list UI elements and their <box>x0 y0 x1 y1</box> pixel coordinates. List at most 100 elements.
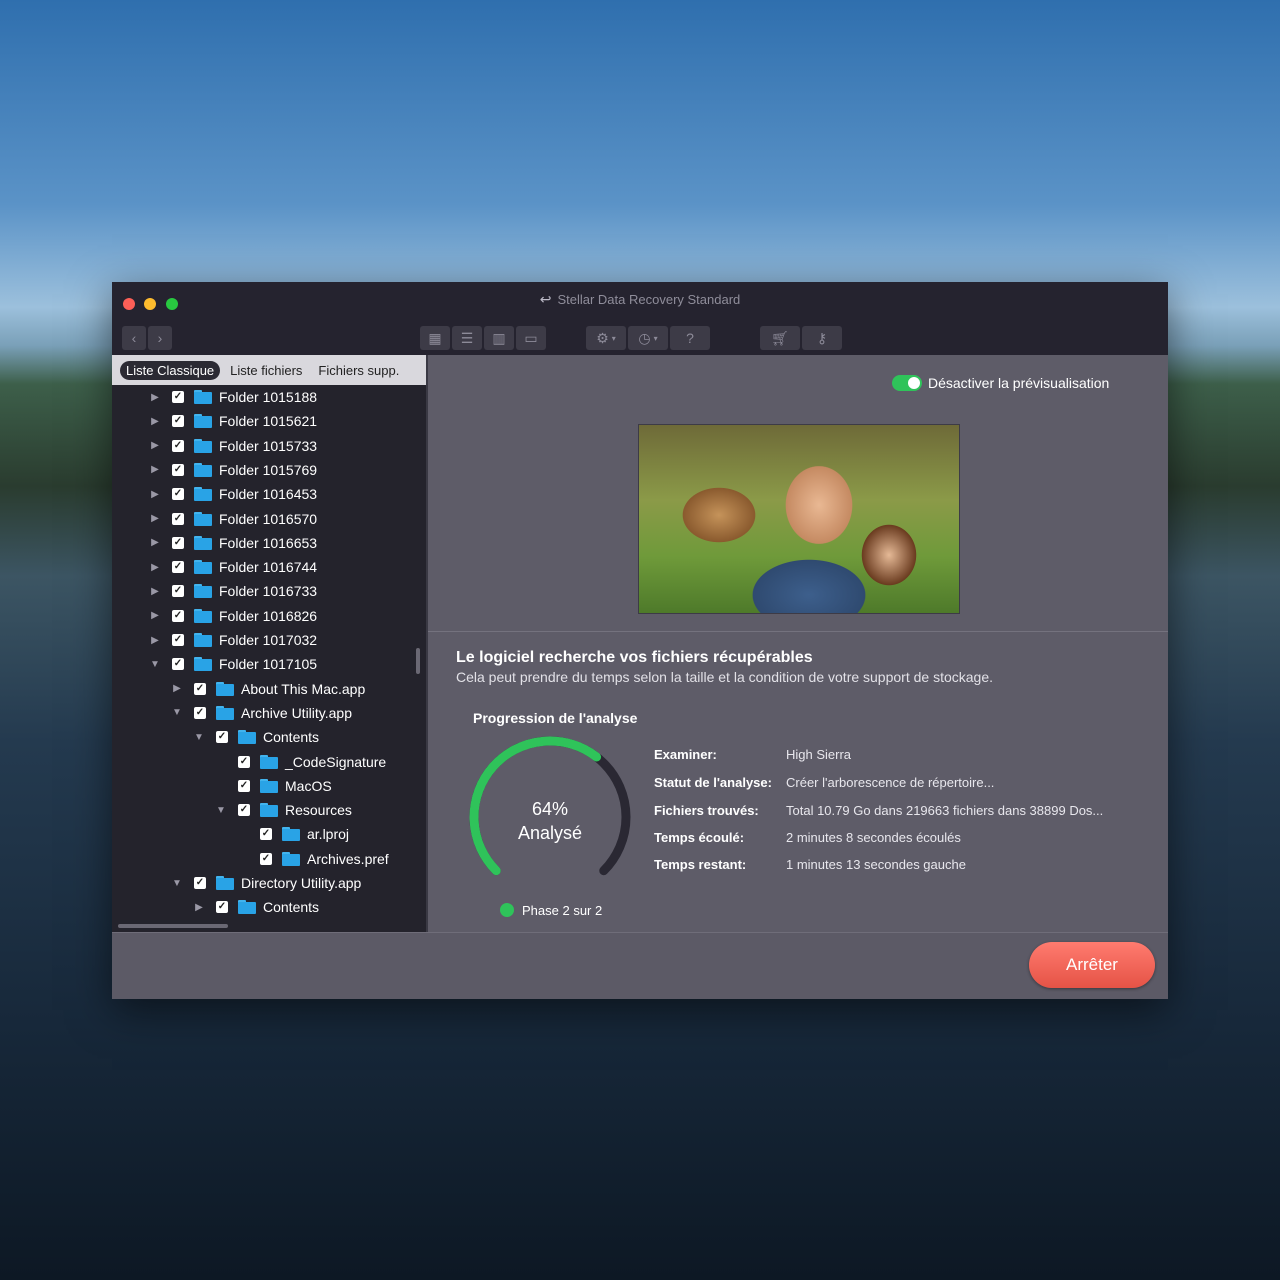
checkbox[interactable]: ✓ <box>194 877 206 889</box>
folder-icon <box>260 754 278 769</box>
gear-icon: ⚙ <box>596 329 609 346</box>
help-button[interactable]: ? <box>670 326 710 350</box>
tree-row[interactable]: ▶ ✓ Folder 1016744 <box>148 555 317 579</box>
folder-icon <box>194 414 212 429</box>
forward-button[interactable]: › <box>148 326 172 350</box>
disclosure-expanded-icon[interactable]: ▼ <box>170 878 184 889</box>
checkbox[interactable]: ✓ <box>172 488 184 501</box>
tree-row[interactable]: ▼ ✓ Directory Utility.app <box>170 871 361 895</box>
tree-row[interactable]: ✓ Archives.pref <box>236 847 389 871</box>
horizontal-scrollbar[interactable] <box>118 924 228 928</box>
tree-row-label: Folder 1015733 <box>219 437 318 454</box>
tree-row[interactable]: ▼ ✓ Folder 1017105 <box>148 652 317 676</box>
disclosure-collapsed-icon[interactable]: ▶ <box>148 513 162 524</box>
checkbox[interactable]: ✓ <box>172 585 184 598</box>
list-view-button[interactable]: ☰ <box>452 326 482 350</box>
disclosure-collapsed-icon[interactable]: ▶ <box>148 392 162 403</box>
settings-button[interactable]: ⚙ ▾ <box>586 326 626 350</box>
checkbox[interactable]: ✓ <box>238 779 250 792</box>
tree-row[interactable]: ▶ ✓ Folder 1016570 <box>148 507 317 531</box>
tree-row-label: Archives.pref <box>307 850 389 867</box>
disclosure-collapsed-icon[interactable]: ▶ <box>148 610 162 621</box>
tree-row[interactable]: ▶ ✓ Folder 1015621 <box>148 409 317 433</box>
grid-view-button[interactable]: ▦ <box>420 326 450 350</box>
disclosure-collapsed-icon[interactable]: ▶ <box>170 683 184 694</box>
folder-icon <box>238 730 256 745</box>
checkbox[interactable]: ✓ <box>238 804 250 817</box>
checkbox[interactable]: ✓ <box>172 415 184 428</box>
tree-row[interactable]: ▼ ✓ Archive Utility.app <box>170 701 352 725</box>
tree-row[interactable]: ▶ ✓ Folder 1016733 <box>148 579 317 603</box>
tree-row-label: Resources <box>285 802 352 819</box>
detail-value: High Sierra <box>786 747 852 762</box>
tree-row[interactable]: ▶ ✓ Folder 1015188 <box>148 385 317 409</box>
checkbox[interactable]: ✓ <box>172 439 184 452</box>
tree-row-label: Contents <box>263 899 320 916</box>
detail-row-files-found: Fichiers trouvés: Total 10.79 Go dans 21… <box>654 803 1103 823</box>
tab-liste-fichiers[interactable]: Liste fichiers <box>224 361 308 380</box>
tree-row-label: Folder 1015769 <box>219 461 318 478</box>
disclosure-expanded-icon[interactable]: ▼ <box>192 732 206 743</box>
tree-row[interactable]: ▶ ✓ Contents <box>192 895 319 919</box>
disclosure-collapsed-icon[interactable]: ▶ <box>148 537 162 548</box>
tree-row[interactable]: ▶ ✓ Folder 1015733 <box>148 434 317 458</box>
coverflow-view-button[interactable]: ▭ <box>516 326 546 350</box>
history-button[interactable]: ◷ ▾ <box>628 326 668 350</box>
tree-row[interactable]: ✓ ar.lproj <box>236 822 349 846</box>
checkbox[interactable]: ✓ <box>172 536 184 549</box>
checkbox[interactable]: ✓ <box>194 682 206 695</box>
disclosure-collapsed-icon[interactable]: ▶ <box>148 440 162 451</box>
disclosure-collapsed-icon[interactable]: ▶ <box>192 902 206 913</box>
checkbox[interactable]: ✓ <box>172 391 184 403</box>
stop-button[interactable]: Arrêter <box>1029 942 1155 988</box>
disclosure-collapsed-icon[interactable]: ▶ <box>148 586 162 597</box>
disclosure-expanded-icon[interactable]: ▼ <box>148 659 162 670</box>
disclosure-collapsed-icon[interactable]: ▶ <box>148 562 162 573</box>
checkbox[interactable]: ✓ <box>172 634 184 646</box>
disclosure-collapsed-icon[interactable]: ▶ <box>148 416 162 427</box>
tree-row[interactable]: ▶ ✓ Folder 1017032 <box>148 628 317 652</box>
tree-row[interactable]: ▶ ✓ Folder 1016653 <box>148 531 317 555</box>
tree-row[interactable]: ▶ ✓ About This Mac.app <box>170 677 365 701</box>
disclosure-collapsed-icon[interactable]: ▶ <box>148 489 162 500</box>
tree-row[interactable]: ▼ ✓ Contents <box>192 725 319 749</box>
tab-fichiers-supp[interactable]: Fichiers supp. <box>312 361 405 380</box>
checkbox[interactable]: ✓ <box>216 901 228 914</box>
tree-row[interactable]: ✓ MacOS <box>214 774 332 798</box>
checkbox[interactable]: ✓ <box>172 609 184 622</box>
chevron-down-icon: ▾ <box>653 333 658 343</box>
checkbox[interactable]: ✓ <box>172 658 184 671</box>
column-view-button[interactable]: ▥ <box>484 326 514 350</box>
checkbox[interactable]: ✓ <box>172 463 184 476</box>
tree-row[interactable]: ▶ ✓ Folder 1015769 <box>148 458 317 482</box>
vertical-scrollbar[interactable] <box>416 648 420 674</box>
tree-row[interactable]: ✓ _CodeSignature <box>214 750 386 774</box>
activate-button[interactable]: ⚷ <box>802 326 842 350</box>
tree-row[interactable]: ▶ ✓ Folder 1016453 <box>148 482 317 506</box>
tab-liste-classique[interactable]: Liste Classique <box>120 360 221 380</box>
detail-row-examiner: Examiner: High Sierra <box>654 747 851 767</box>
disclosure-expanded-icon[interactable]: ▼ <box>214 805 228 816</box>
detail-value: 1 minutes 13 secondes gauche <box>786 857 966 872</box>
checkbox[interactable]: ✓ <box>216 731 228 744</box>
folder-icon <box>194 608 212 623</box>
checkbox[interactable]: ✓ <box>172 561 184 574</box>
back-button[interactable]: ‹ <box>122 326 146 350</box>
bottom-bar: Arrêter <box>112 932 1168 999</box>
disclosure-expanded-icon[interactable]: ▼ <box>170 707 184 718</box>
checkbox[interactable]: ✓ <box>260 828 272 841</box>
disclosure-collapsed-icon[interactable]: ▶ <box>148 464 162 475</box>
checkbox[interactable]: ✓ <box>172 512 184 525</box>
disclosure-collapsed-icon[interactable]: ▶ <box>148 635 162 646</box>
checkbox[interactable]: ✓ <box>238 755 250 768</box>
phase-label: Phase 2 sur 2 <box>522 903 603 918</box>
checkbox[interactable]: ✓ <box>260 852 272 865</box>
tree-row-label: Folder 1016826 <box>219 607 318 624</box>
tree-row[interactable]: ▶ ✓ Folder 1016826 <box>148 604 317 628</box>
tree-row-label: Folder 1016653 <box>219 534 318 551</box>
preview-toggle[interactable] <box>892 375 922 391</box>
checkbox[interactable]: ✓ <box>194 706 206 719</box>
folder-icon <box>282 851 300 866</box>
buy-button[interactable]: 🛒︎ <box>760 326 800 350</box>
tree-row[interactable]: ▼ ✓ Resources <box>214 798 352 822</box>
